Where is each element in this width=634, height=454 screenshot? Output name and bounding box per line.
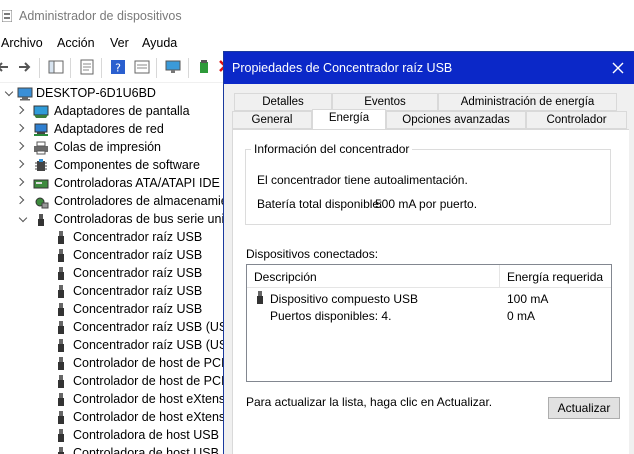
connected-devices-label: Dispositivos conectados: [246, 247, 379, 261]
tree-item-print-queues[interactable]: Colas de impresión [0, 139, 224, 157]
tree-item-usb-device[interactable]: Concentrador raíz USB [0, 265, 224, 283]
total-power-value: 500 mA por puerto. [375, 197, 478, 211]
chevron-right-icon[interactable] [15, 141, 25, 151]
tab-administracion-energia[interactable]: Administración de energía [438, 93, 617, 111]
device-power: 0 mA [507, 309, 536, 323]
tree-item-display-adapters[interactable]: Adaptadores de pantalla [0, 103, 224, 121]
list-item[interactable]: Puertos disponibles: 4. 0 mA [247, 307, 611, 325]
monitor-icon[interactable] [165, 59, 181, 75]
computer-icon [17, 87, 33, 101]
total-power-label: Batería total disponible: [257, 197, 383, 211]
back-icon[interactable] [0, 59, 10, 75]
console-tree-icon[interactable] [48, 59, 64, 75]
list-item[interactable]: Dispositivo compuesto USB 100 mA [247, 289, 611, 307]
properties-dialog: Propiedades de Concentrador raíz USB Det… [223, 51, 634, 454]
usb-device-icon [58, 411, 64, 424]
update-driver-icon[interactable] [197, 59, 213, 75]
tree-item-storage-controllers[interactable]: Controladores de almacenamiento [0, 193, 224, 211]
tree-item-usb-controllers[interactable]: Controladoras de bus serie universal [0, 211, 224, 229]
device-description: Dispositivo compuesto USB [270, 292, 419, 306]
list-header: Descripción Energía requerida [247, 265, 611, 288]
usb-device-icon [58, 285, 64, 298]
chevron-right-icon[interactable] [15, 177, 25, 187]
refresh-hint: Para actualizar la lista, haga clic en A… [246, 395, 493, 409]
tree-item-usb-device[interactable]: Concentrador raíz USB [0, 283, 224, 301]
tree-item-software-components[interactable]: Componentes de software [0, 157, 224, 175]
usb-device-icon [58, 267, 64, 280]
tree-item-network-adapters[interactable]: Adaptadores de red [0, 121, 224, 139]
close-icon[interactable] [607, 57, 629, 79]
usb-device-icon [58, 447, 64, 454]
device-tree: DESKTOP-6D1U6BD Adaptadores de pantalla … [0, 84, 224, 454]
chevron-down-icon[interactable] [4, 87, 14, 97]
connected-devices-list[interactable]: Descripción Energía requerida Dispositiv… [246, 264, 612, 382]
chevron-right-icon[interactable] [15, 123, 25, 133]
tree-item-usb-device[interactable]: Controladora de host USB Op [0, 445, 224, 454]
printer-icon [34, 141, 48, 155]
chevron-right-icon[interactable] [15, 159, 25, 169]
chevron-right-icon[interactable] [15, 105, 25, 115]
tab-opciones-avanzadas[interactable]: Opciones avanzadas [386, 111, 526, 129]
tab-controlador[interactable]: Controlador [526, 111, 627, 129]
tree-item-usb-device[interactable]: Controlador de host de PCI a [0, 355, 224, 373]
col-descripcion[interactable]: Descripción [254, 270, 317, 284]
tree-item-usb-device[interactable]: Concentrador raíz USB (USB [0, 319, 224, 337]
usb-device-icon [58, 303, 64, 316]
menu-accion[interactable]: Acción [57, 36, 95, 50]
usb-device-icon [58, 375, 64, 388]
ide-controller-icon [33, 179, 49, 189]
tree-item-usb-device[interactable]: Controlador de host eXtensib [0, 409, 224, 427]
usb-device-icon [58, 339, 64, 352]
main-window-titlebar: Administrador de dispositivos [0, 0, 634, 32]
tab-energia[interactable]: Energía [312, 109, 386, 129]
tree-item-ata-controllers[interactable]: Controladoras ATA/ATAPI IDE [0, 175, 224, 193]
tree-item-usb-device[interactable]: Concentrador raíz USB [0, 229, 224, 247]
usb-controller-icon [38, 214, 44, 226]
tab-general[interactable]: General [232, 111, 312, 129]
tree-item-usb-device[interactable]: Controlador de host de PCI a [0, 373, 224, 391]
storage-controller-icon [35, 197, 49, 209]
tree-item-usb-device[interactable]: Concentrador raíz USB [0, 247, 224, 265]
display-adapter-icon [33, 105, 49, 118]
tree-item-usb-device[interactable]: Controladora de host USB Op [0, 427, 224, 445]
hub-info-label: Información del concentrador [251, 142, 413, 156]
main-window-title: Administrador de dispositivos [19, 9, 182, 23]
tree-item-usb-device[interactable]: Concentrador raíz USB (USB [0, 337, 224, 355]
chevron-right-icon[interactable] [15, 195, 25, 205]
update-button[interactable]: Actualizar [548, 397, 620, 419]
tree-item-usb-device[interactable]: Controlador de host eXtensib [0, 391, 224, 409]
dialog-title: Propiedades de Concentrador raíz USB [232, 61, 453, 75]
col-energia-requerida[interactable]: Energía requerida [507, 270, 603, 284]
menu-ver[interactable]: Ver [110, 36, 129, 50]
menu-archivo[interactable]: Archivo [1, 36, 43, 50]
hub-info-group [245, 149, 611, 225]
energia-tab-panel: Información del concentrador El concentr… [232, 129, 629, 454]
tree-root[interactable]: DESKTOP-6D1U6BD [0, 85, 224, 103]
chevron-down-icon[interactable] [18, 213, 28, 223]
self-powered-text: El concentrador tiene autoalimentación. [257, 173, 468, 187]
usb-device-icon [58, 249, 64, 262]
forward-icon[interactable] [17, 59, 33, 75]
device-power: 100 mA [507, 292, 549, 306]
properties-icon[interactable] [79, 59, 95, 75]
network-adapter-icon [34, 123, 48, 136]
help-icon[interactable]: ? [110, 59, 126, 75]
show-hidden-icon[interactable] [134, 59, 150, 75]
svg-text:?: ? [115, 62, 121, 75]
tree-item-usb-device[interactable]: Concentrador raíz USB [0, 301, 224, 319]
software-component-icon [35, 159, 47, 171]
usb-device-icon [58, 393, 64, 406]
dialog-titlebar: Propiedades de Concentrador raíz USB [224, 52, 634, 84]
usb-device-icon [257, 291, 263, 304]
menu-ayuda[interactable]: Ayuda [142, 36, 177, 50]
device-manager-icon [2, 10, 12, 22]
usb-device-icon [58, 357, 64, 370]
usb-device-icon [58, 321, 64, 334]
usb-device-icon [58, 429, 64, 442]
usb-device-icon [58, 231, 64, 244]
tree-root-label: DESKTOP-6D1U6BD [36, 86, 156, 100]
device-description: Puertos disponibles: 4. [270, 309, 392, 323]
